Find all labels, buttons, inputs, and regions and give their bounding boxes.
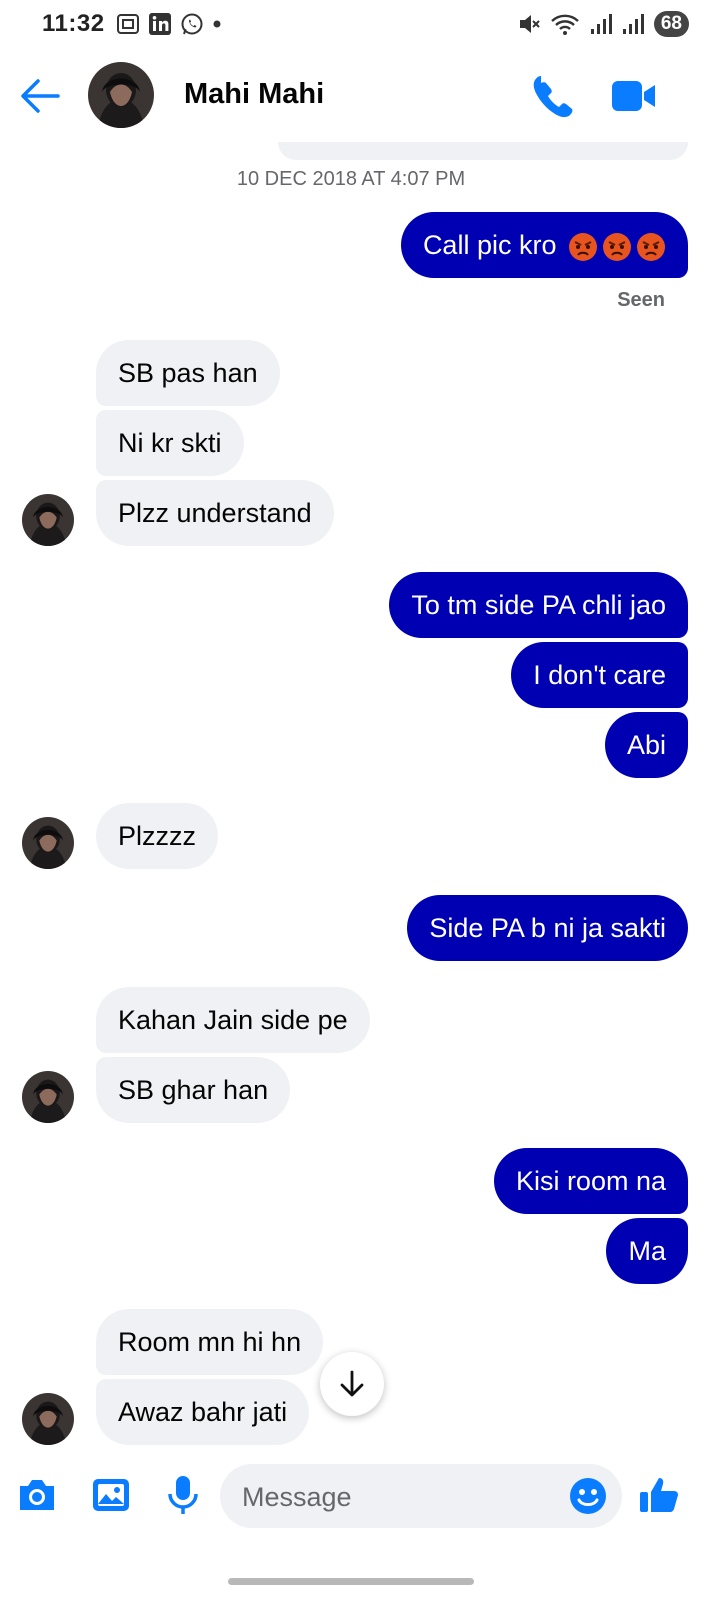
battery-level: 68 (653, 11, 689, 37)
signal-icon (590, 14, 612, 34)
message-bubble-outgoing[interactable]: Side PA b ni ja sakti (407, 895, 688, 961)
emoji-icon (570, 1478, 606, 1514)
gallery-icon (93, 1479, 129, 1511)
message-bubble-incoming[interactable]: Kahan Jain side pe (96, 987, 370, 1053)
scroll-to-bottom-button[interactable] (320, 1352, 384, 1416)
voice-message-button[interactable] (160, 1472, 206, 1518)
message-bubble-incoming[interactable]: Room mn hi hn (96, 1309, 324, 1375)
screenshot-icon (117, 14, 139, 34)
message-bubble-incoming[interactable]: Plzz understand (96, 480, 334, 546)
gallery-button[interactable] (88, 1472, 134, 1518)
message-bubble-incoming[interactable]: Plzzzz (96, 803, 219, 869)
message-input[interactable] (240, 1464, 564, 1530)
video-camera-icon (612, 81, 655, 111)
message-field[interactable] (220, 1464, 622, 1530)
status-time: 11:32 (42, 10, 105, 37)
like-button[interactable] (636, 1472, 682, 1518)
microphone-icon (168, 1476, 198, 1514)
mute-icon (519, 15, 540, 33)
signal-icon (622, 14, 644, 34)
chat-header: Mahi Mahi (0, 48, 717, 144)
back-button[interactable] (18, 76, 62, 116)
contact-avatar[interactable] (88, 62, 154, 128)
linkedin-icon (149, 13, 171, 35)
status-bar: 11:32 68 (0, 0, 717, 48)
contact-avatar-small[interactable] (22, 494, 74, 546)
contact-name[interactable]: Mahi Mahi (184, 78, 324, 111)
contact-avatar-small[interactable] (22, 1393, 74, 1445)
camera-icon (20, 1480, 54, 1510)
message-bubble-outgoing[interactable]: Abi (604, 712, 688, 778)
conversation-timestamp: 10 DEC 2018 AT 4:07 PM (236, 168, 466, 190)
contact-avatar-small[interactable] (22, 817, 74, 869)
back-arrow-icon (21, 79, 60, 113)
message-bubble-incoming[interactable]: Awaz bahr jati (96, 1379, 310, 1445)
message-composer (0, 1452, 717, 1544)
angry-face-icon (637, 232, 665, 261)
message-bubble-outgoing[interactable]: To tm side PA chli jao (389, 572, 688, 638)
home-indicator (228, 1578, 474, 1585)
phone-icon (533, 76, 573, 118)
whatsapp-icon (181, 13, 203, 35)
seen-receipt: Seen (617, 289, 665, 311)
emoji-button[interactable] (568, 1476, 608, 1516)
video-call-button[interactable] (610, 76, 658, 116)
message-bubble-outgoing[interactable]: Kisi room na (493, 1148, 688, 1214)
angry-face-icon (569, 232, 597, 261)
angry-face-icon (603, 232, 631, 261)
dot-icon (213, 20, 221, 28)
contact-avatar-small[interactable] (22, 1071, 74, 1123)
message-bubble-incoming[interactable]: SB pas han (96, 340, 280, 406)
message-bubble-outgoing[interactable]: I don't care (511, 642, 688, 708)
arrow-down-icon (340, 1370, 364, 1397)
message-bubble-incoming[interactable]: SB ghar han (96, 1057, 291, 1123)
camera-button[interactable] (14, 1472, 60, 1518)
message-bubble-outgoing[interactable]: Ma (606, 1218, 688, 1284)
wifi-icon (551, 14, 579, 35)
message-bubble-incoming[interactable]: Ni kr skti (96, 410, 244, 476)
message-bubble-outgoing[interactable]: Call pic kro (400, 212, 688, 278)
audio-call-button[interactable] (528, 72, 576, 120)
thumbs-up-icon (640, 1478, 678, 1512)
previous-message-edge (278, 142, 688, 160)
